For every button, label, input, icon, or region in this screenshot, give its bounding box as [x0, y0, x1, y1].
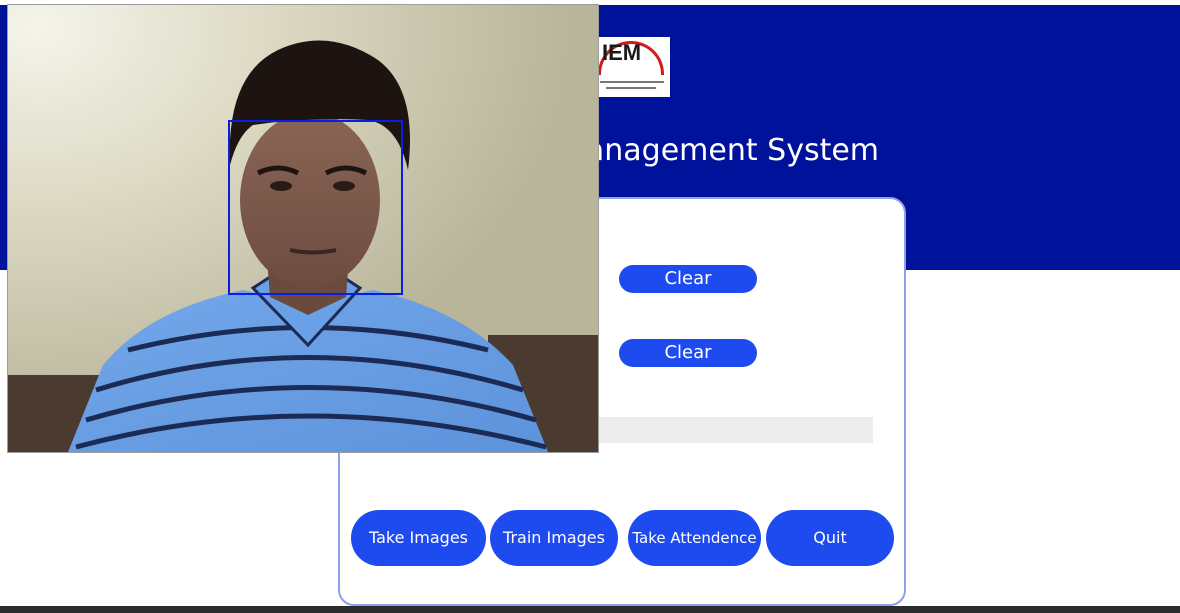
camera-frame	[8, 5, 598, 452]
person-face	[240, 112, 380, 288]
take-images-button[interactable]: Take Images	[351, 510, 486, 566]
page-title: Management System	[560, 133, 880, 168]
status-field	[598, 417, 873, 443]
institute-logo: IEM	[596, 37, 670, 97]
clear-name-button[interactable]: Clear	[619, 339, 757, 367]
logo-text: IEM	[602, 40, 642, 65]
clear-id-button[interactable]: Clear	[619, 265, 757, 293]
take-attendance-button[interactable]: Take Attendence	[628, 510, 761, 566]
camera-feed-window	[8, 5, 598, 452]
train-images-button[interactable]: Train Images	[490, 510, 618, 566]
logo-caption-line	[600, 81, 664, 83]
taskbar-edge	[0, 606, 1180, 613]
logo-caption-line	[606, 87, 656, 89]
quit-button[interactable]: Quit	[766, 510, 894, 566]
